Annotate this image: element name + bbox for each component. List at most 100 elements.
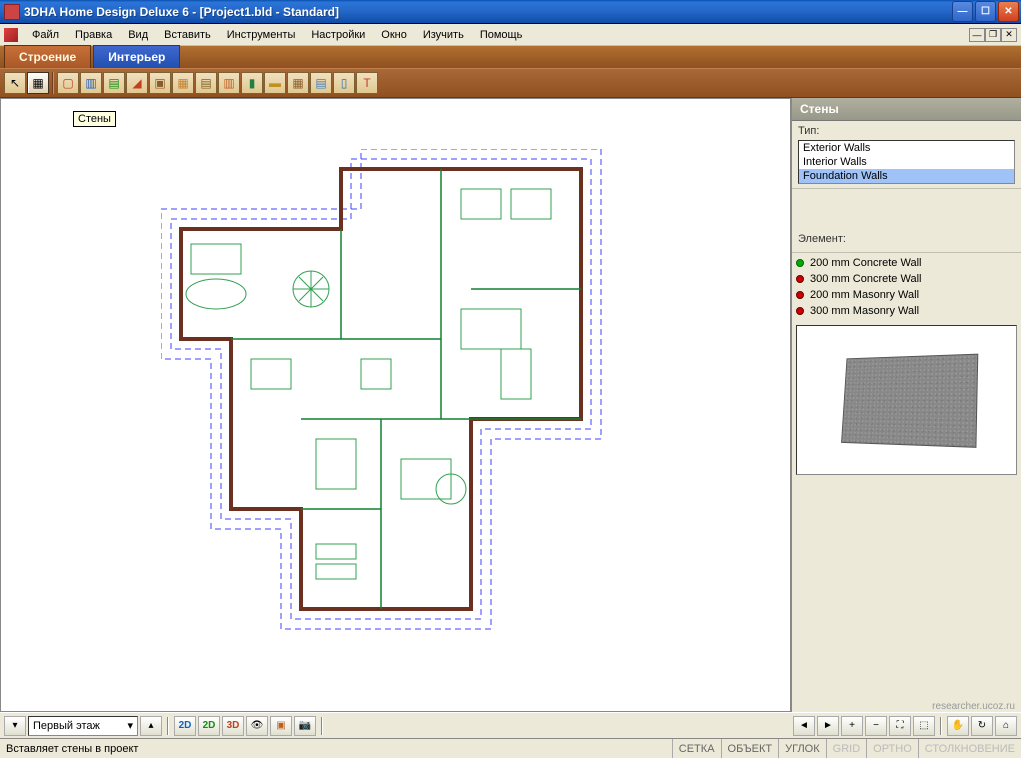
tool-beam[interactable]: ▬ — [264, 72, 286, 94]
zoom-in-button[interactable]: + — [841, 716, 863, 736]
pan-button[interactable]: ✋ — [947, 716, 969, 736]
floor-label: Первый этаж — [33, 720, 100, 732]
orbit-button[interactable]: ↻ — [971, 716, 993, 736]
canvas[interactable]: Стены — [0, 98, 791, 712]
element-item-label: 300 mm Concrete Wall — [810, 273, 921, 285]
tab-structure[interactable]: Строение — [4, 45, 91, 68]
main-toolbar: ↖ ▦ ▢ ▥ ▤ ◢ ▣ ▦ ▤ ▥ ▮ ▬ ▦ ▤ ▯ T — [0, 68, 1021, 98]
tool-wall[interactable]: ▦ — [27, 72, 49, 94]
tool-ceiling[interactable]: ▦ — [287, 72, 309, 94]
menu-view[interactable]: Вид — [120, 26, 156, 44]
view-2d-green-button[interactable]: 2D — [198, 716, 220, 736]
app-small-icon — [4, 28, 18, 42]
zoom-region-button[interactable]: ⬚ — [913, 716, 935, 736]
title-bar: 3DHA Home Design Deluxe 6 - [Project1.bl… — [0, 0, 1021, 24]
mdi-minimize[interactable]: ― — [969, 28, 985, 42]
tool-door[interactable]: ▢ — [57, 72, 79, 94]
status-ortho[interactable]: ОРТНО — [866, 739, 918, 758]
status-collision[interactable]: СТОЛКНОВЕНИЕ — [918, 739, 1021, 758]
window-controls: ― ☐ ✕ — [952, 1, 1019, 22]
tool-roof[interactable]: ◢ — [126, 72, 148, 94]
view-walk-button[interactable]: 👁 — [246, 716, 268, 736]
main-area: Стены — [0, 98, 1021, 712]
floor-down-button[interactable]: ▾ — [4, 716, 26, 736]
status-object[interactable]: ОБЪЕКТ — [721, 739, 779, 758]
type-section: Тип: Exterior Walls Interior Walls Found… — [792, 121, 1021, 189]
tool-dormer[interactable]: ▣ — [149, 72, 171, 94]
floor-up-button[interactable]: ▴ — [140, 716, 162, 736]
mdi-close[interactable]: ✕ — [1001, 28, 1017, 42]
tool-railing[interactable]: ▥ — [218, 72, 240, 94]
bottom-toolbar: ▾ Первый этаж ▾ ▴ 2D 2D 3D 👁 ▣ 📷 ◄ ► + −… — [0, 712, 1021, 738]
type-label: Тип: — [798, 125, 1015, 137]
tool-column[interactable]: ▮ — [241, 72, 263, 94]
tool-text[interactable]: T — [356, 72, 378, 94]
element-300-masonry[interactable]: 300 mm Masonry Wall — [792, 303, 1021, 319]
bullet-icon — [796, 275, 804, 283]
floor-selector[interactable]: Первый этаж ▾ — [28, 716, 138, 736]
view-3d-button[interactable]: 3D — [222, 716, 244, 736]
side-panel: Стены Тип: Exterior Walls Interior Walls… — [791, 98, 1021, 712]
tool-post[interactable]: ▯ — [333, 72, 355, 94]
status-grid2[interactable]: GRID — [826, 739, 867, 758]
status-grid[interactable]: СЕТКА — [672, 739, 721, 758]
app-icon — [4, 4, 20, 20]
bullet-icon — [796, 307, 804, 315]
type-exterior[interactable]: Exterior Walls — [799, 141, 1014, 155]
home-view-button[interactable]: ⌂ — [995, 716, 1017, 736]
menu-file[interactable]: Файл — [24, 26, 67, 44]
bullet-icon — [796, 259, 804, 267]
view-2d-button[interactable]: 2D — [174, 716, 196, 736]
menu-bar: Файл Правка Вид Вставить Инструменты Нас… — [0, 24, 1021, 46]
status-hint: Вставляет стены в проект — [0, 743, 672, 755]
nav-prev-button[interactable]: ◄ — [793, 716, 815, 736]
tool-floor[interactable]: ▤ — [310, 72, 332, 94]
close-button[interactable]: ✕ — [998, 1, 1019, 22]
tool-window[interactable]: ▥ — [80, 72, 102, 94]
mdi-controls: ― ❐ ✕ — [969, 28, 1017, 42]
mdi-restore[interactable]: ❐ — [985, 28, 1001, 42]
menu-window[interactable]: Окно — [373, 26, 415, 44]
preview-pane — [796, 325, 1017, 475]
element-300-concrete[interactable]: 300 mm Concrete Wall — [792, 271, 1021, 287]
tool-opening[interactable]: ▤ — [103, 72, 125, 94]
zoom-out-button[interactable]: − — [865, 716, 887, 736]
menu-tools[interactable]: Инструменты — [219, 26, 304, 44]
nav-next-button[interactable]: ► — [817, 716, 839, 736]
canvas-tooltip: Стены — [73, 111, 116, 127]
zoom-fit-button[interactable]: ⛶ — [889, 716, 911, 736]
menu-study[interactable]: Изучить — [415, 26, 472, 44]
bottom-separator — [940, 717, 942, 735]
status-angle[interactable]: УГЛОК — [778, 739, 826, 758]
tool-stairs[interactable]: ▤ — [195, 72, 217, 94]
menu-insert[interactable]: Вставить — [156, 26, 219, 44]
tool-gable[interactable]: ▦ — [172, 72, 194, 94]
type-interior[interactable]: Interior Walls — [799, 155, 1014, 169]
mode-tabs: Строение Интерьер — [0, 46, 1021, 68]
element-item-label: 200 mm Concrete Wall — [810, 257, 921, 269]
view-photo-button[interactable]: 📷 — [294, 716, 316, 736]
watermark: researcher.ucoz.ru — [932, 701, 1015, 712]
panel-title: Стены — [792, 98, 1021, 121]
menu-edit[interactable]: Правка — [67, 26, 120, 44]
element-item-label: 200 mm Masonry Wall — [810, 289, 919, 301]
maximize-button[interactable]: ☐ — [975, 1, 996, 22]
wall-preview — [841, 354, 978, 448]
tool-pointer[interactable]: ↖ — [4, 72, 26, 94]
bottom-separator — [321, 717, 323, 735]
bottom-separator — [167, 717, 169, 735]
tab-interior[interactable]: Интерьер — [93, 45, 180, 68]
menu-help[interactable]: Помощь — [472, 26, 531, 44]
element-list: 200 mm Concrete Wall 300 mm Concrete Wal… — [792, 253, 1021, 321]
element-section: Элемент: — [792, 229, 1021, 253]
type-foundation[interactable]: Foundation Walls — [799, 169, 1014, 183]
floorplan-drawing — [161, 149, 621, 649]
type-list: Exterior Walls Interior Walls Foundation… — [798, 140, 1015, 184]
view-camera-button[interactable]: ▣ — [270, 716, 292, 736]
element-200-masonry[interactable]: 200 mm Masonry Wall — [792, 287, 1021, 303]
menu-settings[interactable]: Настройки — [303, 26, 373, 44]
status-bar: Вставляет стены в проект СЕТКА ОБЪЕКТ УГ… — [0, 738, 1021, 758]
element-200-concrete[interactable]: 200 mm Concrete Wall — [792, 255, 1021, 271]
element-label: Элемент: — [798, 233, 1015, 245]
minimize-button[interactable]: ― — [952, 1, 973, 22]
